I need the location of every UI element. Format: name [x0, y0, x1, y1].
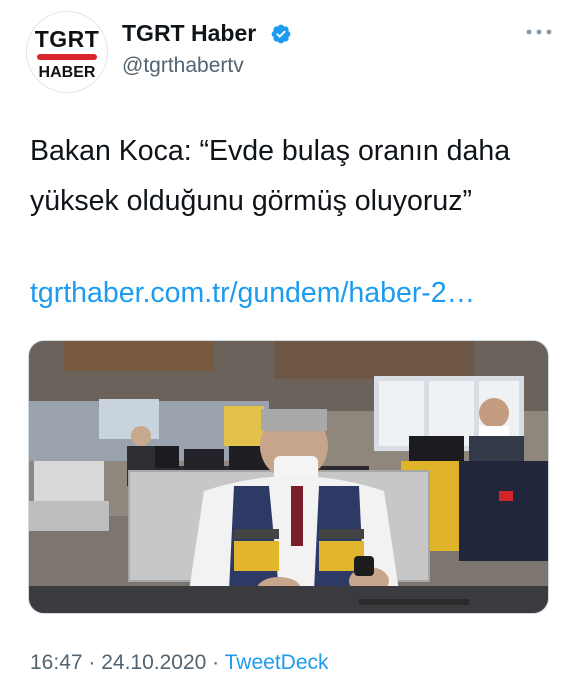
avatar-logo-bottom: HABER: [38, 64, 96, 81]
tweet-meta: 16:47 · 24.10.2020 · TweetDeck: [30, 651, 329, 675]
tweet-photo[interactable]: [28, 340, 549, 614]
tweet-link[interactable]: tgrthaber.com.tr/gundem/haber-2…: [30, 270, 560, 316]
avatar[interactable]: TGRT HABER: [26, 11, 108, 93]
tweet-text: Bakan Koca: “Evde bulaş oranın daha yüks…: [30, 135, 511, 217]
tweet-source-app[interactable]: TweetDeck: [225, 651, 329, 674]
more-options-icon[interactable]: [524, 24, 554, 40]
meta-separator: ·: [82, 651, 102, 674]
photo-illustration: [29, 341, 548, 613]
tweet-date[interactable]: 24.10.2020: [101, 651, 206, 674]
verified-badge-icon: [271, 24, 291, 44]
tweet-header: TGRT HABER TGRT Haber @tgrthabertv: [0, 0, 577, 100]
avatar-logo-bar: [37, 54, 97, 60]
avatar-logo-top: TGRT: [34, 26, 100, 52]
account-handle[interactable]: @tgrthabertv: [122, 54, 244, 78]
tweet-time[interactable]: 16:47: [30, 651, 83, 674]
display-name[interactable]: TGRT Haber: [122, 20, 256, 47]
meta-separator: ·: [206, 651, 225, 674]
